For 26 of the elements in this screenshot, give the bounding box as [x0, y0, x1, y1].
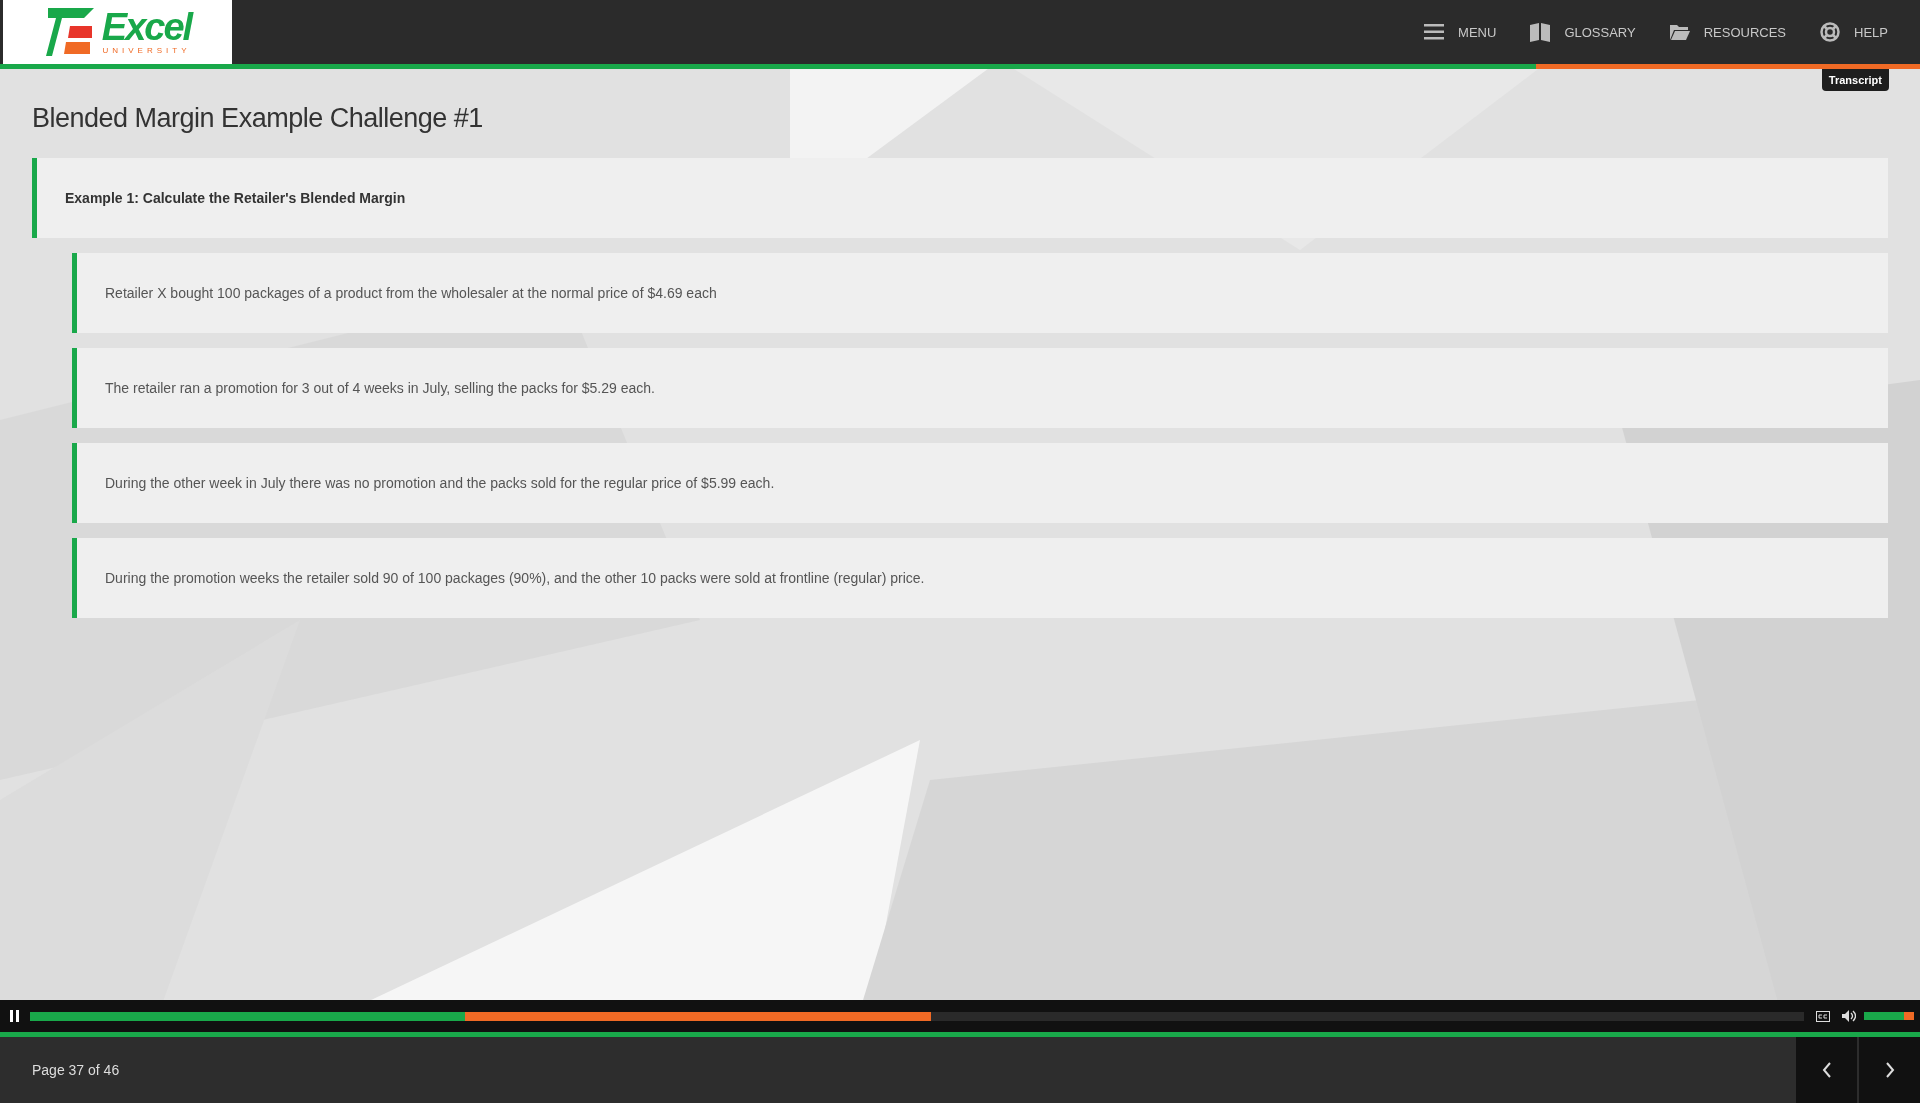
pause-button[interactable]	[8, 1008, 22, 1024]
captions-icon[interactable]	[1816, 1010, 1830, 1022]
statement-card: The retailer ran a promotion for 3 out of 4 weeks in July, selling the packs for $5.29 each.	[72, 348, 1888, 428]
nav-button[interactable]: GLOSSARY	[1528, 18, 1638, 46]
transcript-button[interactable]: Transcript	[1821, 69, 1889, 91]
menu-icon	[1424, 22, 1445, 42]
volume-slider[interactable]	[1864, 1012, 1914, 1020]
logo-tagline: UNIVERSITY	[102, 46, 191, 56]
nav-button[interactable]: RESOURCES	[1667, 18, 1789, 46]
volume-icon[interactable]	[1842, 1010, 1856, 1022]
logo-name: Excel	[101, 8, 192, 46]
statement-card: During the other week in July there was no promotion and the packs sold for the regular price of $5.99 each.	[72, 443, 1888, 523]
statement-card: Retailer X bought 100 packages of a product from the wholesaler at the normal price of $4.69 each	[72, 253, 1888, 333]
help-icon	[1820, 22, 1841, 42]
pause-icon	[10, 1010, 20, 1022]
nav-button[interactable]: MENU	[1422, 18, 1499, 46]
chevron-right-icon	[1884, 1062, 1895, 1078]
chevron-left-icon	[1821, 1062, 1832, 1078]
example-heading: Example 1: Calculate the Retailer's Blended Margin	[32, 158, 1888, 238]
seek-track[interactable]	[30, 1011, 1804, 1021]
page-counter: Page 37 of 46	[32, 1062, 120, 1078]
folder-icon	[1669, 22, 1690, 42]
statement-card: During the promotion weeks the retailer sold 90 of 100 packages (90%), and the other 10 packs were sold at frontline (regular) price.	[72, 538, 1888, 618]
book-icon	[1530, 22, 1551, 42]
nav-button[interactable]: HELP	[1818, 18, 1890, 46]
slide-title: Blended Margin Example Challenge #1	[32, 103, 484, 134]
